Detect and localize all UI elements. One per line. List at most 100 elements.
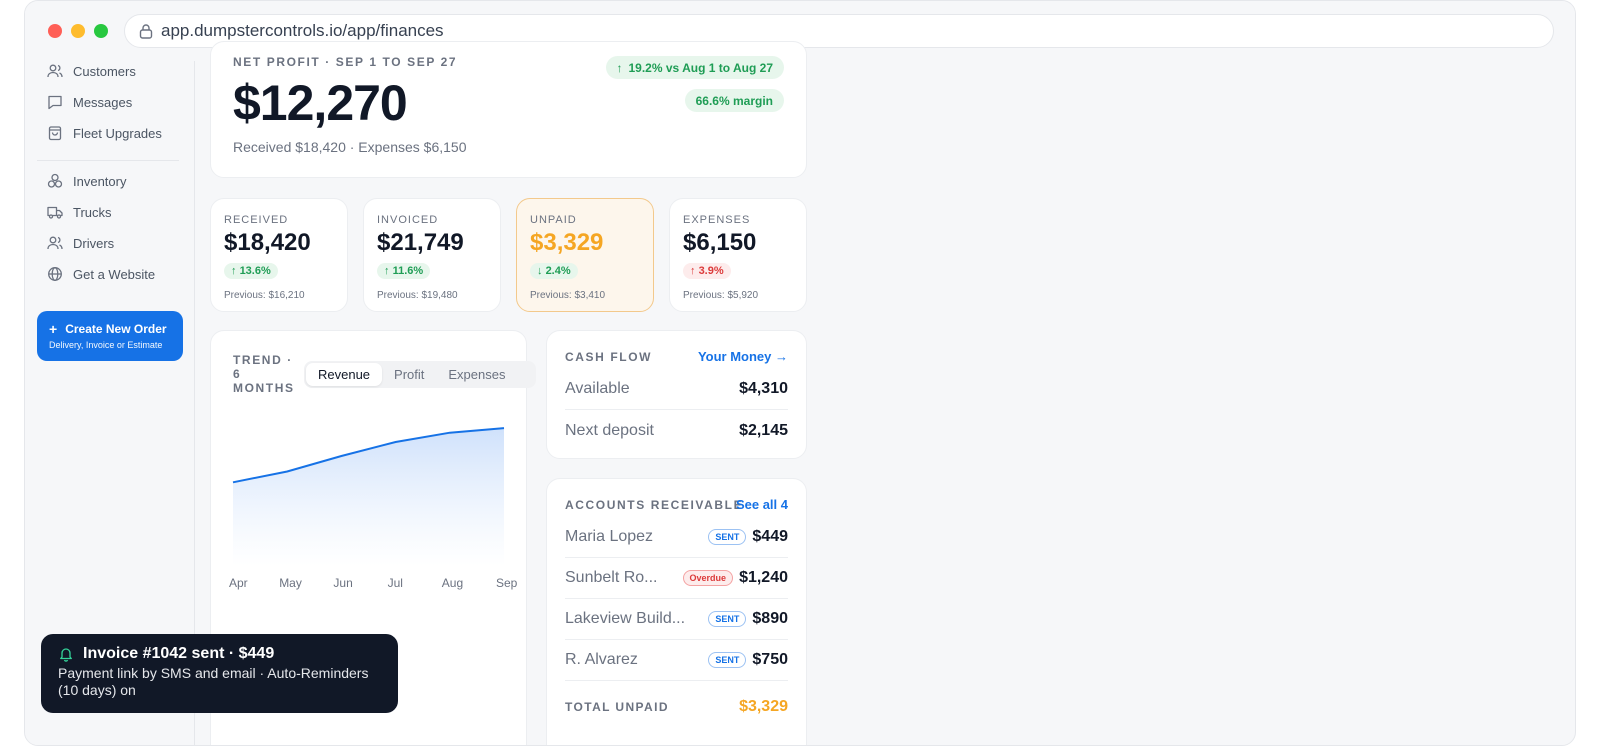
stat-value: $18,420	[224, 229, 311, 256]
status-badge: SENT	[708, 529, 747, 545]
sidebar-item-label: Fleet Upgrades	[73, 125, 162, 141]
sidebar-item-trucks[interactable]: Trucks	[47, 202, 112, 222]
plus-icon: +	[49, 321, 58, 337]
close-window-button[interactable]	[48, 24, 62, 38]
notification-toast[interactable]: Invoice #1042 sent · $449 Payment link b…	[41, 634, 398, 713]
globe-icon	[48, 267, 62, 281]
total-unpaid-row: TOTAL UNPAID $3,329	[565, 690, 788, 724]
profit-change-badge: ↑ 19.2% vs Aug 1 to Aug 27	[605, 56, 784, 79]
maximize-window-button[interactable]	[94, 24, 108, 38]
x-tick-jun: Jun	[333, 576, 353, 590]
sidebar-item-label: Trucks	[73, 204, 112, 220]
receivable-row[interactable]: R. Alvarez SENT $750	[565, 640, 788, 681]
customer-name: R. Alvarez	[565, 651, 638, 668]
stat-card-expenses[interactable]: EXPENSES $6,150 ↑ 3.9% Previous: $5,920	[669, 198, 807, 312]
stat-label: EXPENSES	[683, 214, 751, 226]
customer-name: Lakeview Build...	[565, 610, 686, 627]
stat-previous: Previous: $5,920	[683, 290, 759, 301]
arrow-up-icon: ↑	[231, 265, 237, 277]
row-label: Next deposit	[565, 421, 654, 439]
total-unpaid-value: $3,329	[739, 698, 788, 715]
row-amount: $890	[752, 610, 788, 627]
stat-label: INVOICED	[377, 214, 439, 226]
stat-card-invoiced[interactable]: INVOICED $21,749 ↑ 11.6% Previous: $19,4…	[363, 198, 501, 312]
stat-previous: Previous: $16,210	[224, 290, 305, 301]
cash-flow-card: CASH FLOW Your Money → Available $4,310 …	[546, 330, 807, 459]
net-profit-card: NET PROFIT · SEP 1 TO SEP 27 $12,270 Rec…	[210, 41, 807, 178]
minimize-window-button[interactable]	[71, 24, 85, 38]
see-all-link[interactable]: See all 4	[736, 497, 788, 512]
stat-value: $6,150	[683, 229, 757, 256]
tab-profit[interactable]: Profit	[382, 363, 436, 386]
sidebar-item-label: Customers	[73, 63, 136, 79]
x-tick-may: May	[279, 576, 302, 590]
tab-expenses[interactable]: Expenses	[436, 363, 517, 386]
shopping-bag-icon	[48, 126, 62, 141]
status-badge: SENT	[708, 652, 747, 668]
users-icon	[47, 64, 63, 78]
sidebar-item-label: Messages	[73, 94, 133, 110]
x-tick-apr: Apr	[229, 576, 248, 590]
sidebar-item-inventory[interactable]: Inventory	[47, 171, 126, 191]
sidebar-item-label: Inventory	[73, 173, 127, 189]
sidebar-divider	[37, 160, 179, 161]
stat-change-badge: ↑ 3.9%	[683, 263, 731, 279]
stat-label: UNPAID	[530, 214, 577, 226]
bell-icon	[60, 648, 72, 662]
trend-chart	[232, 427, 505, 566]
sidebar-item-messages[interactable]: Messages	[47, 92, 132, 112]
trend-label: TREND · 6 MONTHS	[233, 353, 295, 395]
row-amount: $750	[752, 651, 788, 668]
row-amount: $4,310	[739, 380, 788, 397]
receivable-row[interactable]: Sunbelt Ro... Overdue $1,240	[565, 558, 788, 599]
sidebar-item-drivers[interactable]: Drivers	[47, 233, 114, 253]
stat-previous: Previous: $3,410	[530, 290, 606, 301]
main-content: NET PROFIT · SEP 1 TO SEP 27 $12,270 Rec…	[196, 41, 1575, 745]
sidebar-item-customers[interactable]: Customers	[47, 61, 136, 81]
url-text: app.dumpstercontrols.io/app/finances	[161, 21, 444, 40]
tab-revenue[interactable]: Revenue	[306, 363, 383, 386]
receivable-row[interactable]: Maria Lopez SENT $449	[565, 517, 788, 558]
sidebar-item-fleet-upgrades[interactable]: Fleet Upgrades	[47, 123, 162, 143]
accounts-receivable-card: ACCOUNTS RECEIVABLE See all 4 Maria Lope…	[546, 478, 807, 745]
accounts-receivable-title: ACCOUNTS RECEIVABLE	[565, 498, 744, 512]
sidebar-item-get-a-website[interactable]: Get a Website	[47, 264, 155, 284]
message-icon	[48, 95, 62, 110]
create-order-subtitle: Delivery, Invoice or Estimate	[49, 340, 163, 350]
sidebar-item-label: Get a Website	[73, 266, 156, 282]
x-tick-jul: Jul	[387, 576, 403, 590]
toast-body: Payment link by SMS and email · Auto-Rem…	[58, 665, 369, 698]
net-profit-breakdown: Received $18,420 · Expenses $6,150	[233, 139, 467, 155]
stat-card-unpaid[interactable]: UNPAID $3,329 ↓ 2.4% Previous: $3,410	[516, 198, 654, 312]
row-amount: $1,240	[739, 569, 788, 586]
total-unpaid-label: TOTAL UNPAID	[565, 700, 669, 714]
cash-flow-row: Available $4,310	[565, 369, 788, 410]
x-tick-aug: Aug	[441, 576, 464, 590]
boxes-icon	[47, 173, 63, 188]
arrow-up-icon: ↑	[384, 265, 390, 277]
your-money-link[interactable]: Your Money →	[698, 349, 788, 364]
toast-title: Invoice #1042 sent · $449	[83, 645, 275, 662]
lock-icon	[139, 24, 153, 39]
trend-tab-group: Revenue Profit Expenses	[304, 361, 536, 388]
row-label: Available	[565, 380, 630, 397]
net-profit-value: $12,270	[233, 75, 408, 131]
status-badge: Overdue	[682, 570, 734, 586]
x-tick-sep: Sep	[496, 576, 518, 590]
arrow-down-icon: ↓	[537, 265, 543, 277]
truck-icon	[47, 206, 63, 219]
users-icon	[47, 236, 63, 250]
create-order-title: Create New Order	[65, 322, 167, 336]
stat-change-badge: ↑ 11.6%	[377, 263, 431, 279]
cash-flow-row: Next deposit $2,145	[565, 410, 788, 451]
create-new-order-button[interactable]: + Create New Order Delivery, Invoice or E…	[37, 311, 183, 361]
receivable-row[interactable]: Lakeview Build... SENT $890	[565, 599, 788, 640]
customer-name: Sunbelt Ro...	[565, 569, 658, 586]
stat-value: $3,329	[530, 229, 604, 256]
stat-value: $21,749	[377, 229, 464, 256]
stat-label: RECEIVED	[224, 214, 289, 226]
row-amount: $449	[752, 528, 788, 545]
stat-card-received[interactable]: RECEIVED $18,420 ↑ 13.6% Previous: $16,2…	[210, 198, 348, 312]
arrow-up-icon: ↑	[616, 60, 623, 75]
sidebar-item-label: Drivers	[73, 235, 115, 251]
